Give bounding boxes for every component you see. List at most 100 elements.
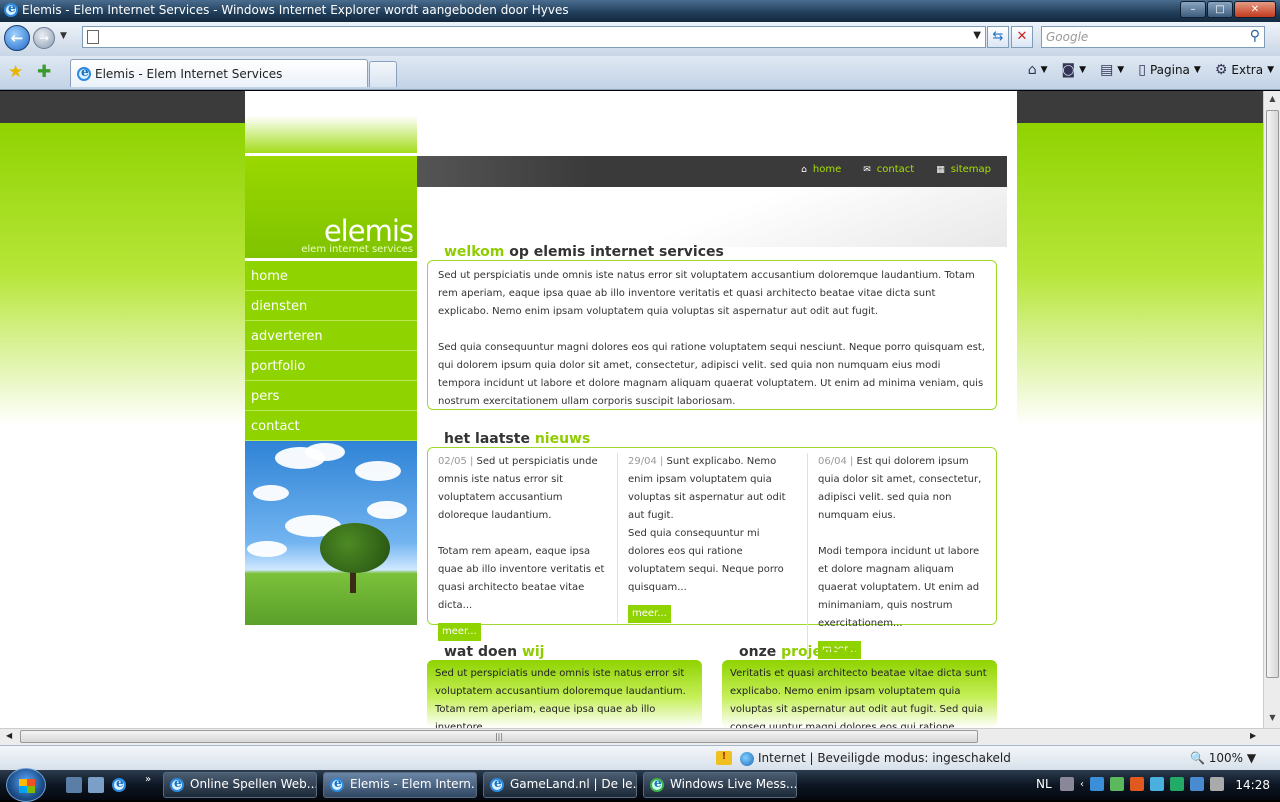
ie-quicklaunch-icon[interactable] [112, 776, 126, 792]
site-logo[interactable]: elemis elem internet services [245, 156, 417, 258]
new-tab-button[interactable] [369, 61, 397, 87]
feeds-icon[interactable]: ◙ [1062, 62, 1076, 78]
sidenav-item-adverteren[interactable]: adverteren [245, 321, 417, 351]
start-button[interactable] [6, 768, 46, 802]
news-date: 06/04 | [818, 456, 854, 467]
wat-doen-text: Sed ut perspiciatis unde omnis iste natu… [435, 668, 686, 728]
news-date: 02/05 | [438, 456, 474, 467]
taskbar-button-live-messenger[interactable]: Windows Live Mess... [643, 772, 797, 798]
quicklaunch-expand-icon[interactable]: » [145, 774, 151, 785]
brand-tagline: elem internet services [301, 244, 413, 255]
scroll-up-icon[interactable]: ▲ [1266, 94, 1279, 103]
print-dropdown-icon[interactable]: ▼ [1117, 65, 1124, 75]
maximize-button[interactable]: □ [1207, 1, 1233, 18]
wat-doen-heading: wat doen wij [444, 644, 545, 660]
sidenav-item-contact[interactable]: contact [245, 411, 417, 441]
close-button[interactable]: ✕ [1234, 1, 1276, 18]
search-icon[interactable]: ⚲ [1250, 28, 1260, 44]
refresh-button[interactable]: ⇆ [987, 26, 1009, 48]
landscape-tree-image [245, 441, 417, 625]
green-background-left [0, 123, 246, 728]
gear-icon: ⚙ [1214, 62, 1228, 78]
command-bar: ⌂ ▼ ◙ ▼ ▤ ▼ ▯ Pagina ▼ ⚙ Extra ▼ [1018, 62, 1274, 78]
header-fade [417, 187, 1007, 247]
side-navigation: home diensten adverteren portfolio pers … [245, 261, 417, 441]
page-icon [87, 30, 99, 44]
home-icon[interactable]: ⌂ [1028, 62, 1037, 78]
page-menu[interactable]: Pagina [1150, 63, 1190, 77]
extra-menu[interactable]: Extra [1231, 63, 1263, 77]
window-titlebar: Elemis - Elem Internet Services - Window… [0, 0, 1280, 22]
search-input[interactable]: Google ⚲ [1041, 26, 1265, 48]
window-title: Elemis - Elem Internet Services - Window… [22, 3, 569, 17]
taskbar-button-elemis[interactable]: Elemis - Elem Intern... [323, 772, 477, 798]
tray-expand-icon[interactable]: ‹ [1080, 779, 1084, 790]
back-button[interactable]: ← [4, 25, 30, 51]
topnav-sitemap[interactable]: ▦ sitemap [936, 164, 991, 175]
news-heading: het laatste nieuws [444, 431, 591, 447]
sidenav-item-diensten[interactable]: diensten [245, 291, 417, 321]
projecten-box: Veritatis et quasi architecto beatae vit… [722, 660, 997, 728]
warning-icon[interactable]: ! [716, 751, 732, 765]
page-viewport: elemis elem internet services home diens… [0, 91, 1263, 728]
envelope-icon: ✉ [863, 165, 871, 175]
read-more-button[interactable]: meer... [438, 623, 481, 641]
news-box: 02/05 | Sed ut perspiciatis unde omnis i… [427, 447, 997, 659]
ie-icon [4, 1, 18, 17]
favorites-star-icon[interactable]: ★ [8, 62, 23, 82]
sidenav-item-pers[interactable]: pers [245, 381, 417, 411]
taskbar-button-gameland[interactable]: GameLand.nl | De le... [483, 772, 637, 798]
tab-bar: ★ ✚ Elemis - Elem Internet Services ⌂ ▼ ◙… [0, 56, 1280, 90]
keyboard-icon[interactable] [1060, 777, 1074, 791]
security-zone[interactable]: Internet | Beveiligde modus: ingeschakel… [740, 751, 1011, 766]
home-dropdown-icon[interactable]: ▼ [1041, 65, 1048, 75]
vertical-scrollbar[interactable]: ▲ ▼ [1263, 91, 1280, 728]
page-dropdown-icon[interactable]: ▼ [1194, 65, 1201, 75]
vertical-scroll-thumb[interactable] [1266, 110, 1279, 678]
page-menu-icon: ▯ [1138, 62, 1146, 78]
topnav-home[interactable]: ⌂ home [801, 164, 841, 175]
ie-icon [77, 65, 91, 81]
messenger-tray-icon[interactable] [1110, 777, 1124, 791]
search-placeholder: Google [1046, 30, 1089, 44]
ie-icon [490, 776, 504, 792]
network-icon[interactable] [1190, 777, 1204, 791]
tray-app-icon[interactable] [1090, 777, 1104, 791]
volume-icon[interactable] [1210, 777, 1224, 791]
forward-button[interactable]: → [33, 27, 55, 49]
print-icon[interactable]: ▤ [1100, 62, 1113, 78]
add-favorite-icon[interactable]: ✚ [37, 62, 51, 82]
sidenav-item-home[interactable]: home [245, 261, 417, 291]
power-icon[interactable] [1170, 777, 1184, 791]
scroll-right-icon[interactable]: ▶ [1250, 731, 1256, 740]
firefox-tray-icon[interactable] [1130, 777, 1144, 791]
switch-windows-icon[interactable] [88, 777, 104, 793]
minimize-button[interactable]: – [1180, 1, 1206, 18]
sidenav-item-portfolio[interactable]: portfolio [245, 351, 417, 381]
topnav-contact[interactable]: ✉ contact [863, 164, 914, 175]
ie-icon [170, 776, 184, 792]
wat-doen-box: Sed ut perspiciatis unde omnis iste natu… [427, 660, 702, 728]
clock[interactable]: 14:28 [1235, 778, 1270, 792]
skype-tray-icon[interactable] [1150, 777, 1164, 791]
taskbar-button-online-spellen[interactable]: Online Spellen Web... [163, 772, 317, 798]
scroll-down-icon[interactable]: ▼ [1266, 713, 1279, 722]
address-bar[interactable]: ▼ [82, 26, 986, 48]
welcome-box: Sed ut perspiciatis unde omnis iste natu… [427, 260, 997, 410]
address-dropdown-icon[interactable]: ▼ [973, 30, 981, 41]
language-indicator[interactable]: NL [1036, 777, 1052, 791]
tab-elemis[interactable]: Elemis - Elem Internet Services [70, 59, 368, 87]
welcome-paragraph-2: Sed quia consequuntur magni dolores eos … [438, 342, 985, 407]
feeds-dropdown-icon[interactable]: ▼ [1079, 65, 1086, 75]
scroll-left-icon[interactable]: ◀ [6, 731, 12, 740]
zoom-level[interactable]: 🔍 100% ▼ [1190, 751, 1256, 765]
horizontal-scroll-thumb[interactable]: ||| [20, 730, 978, 743]
read-more-button[interactable]: meer... [628, 605, 671, 623]
welcome-paragraph-1: Sed ut perspiciatis unde omnis iste natu… [438, 270, 975, 317]
stop-button[interactable]: ✕ [1011, 26, 1033, 48]
horizontal-scrollbar[interactable]: ◀ ||| ▶ [0, 728, 1280, 745]
extra-dropdown-icon[interactable]: ▼ [1267, 65, 1274, 75]
system-tray: ‹ [1060, 777, 1224, 791]
history-dropdown-icon[interactable]: ▼ [60, 31, 67, 41]
show-desktop-icon[interactable] [66, 777, 82, 793]
